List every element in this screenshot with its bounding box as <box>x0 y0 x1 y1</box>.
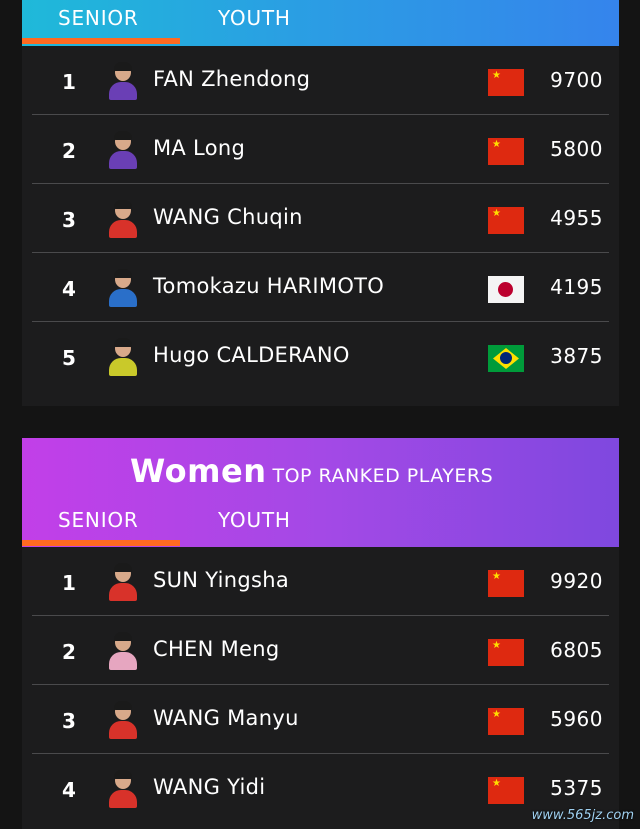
section-title: Women <box>130 452 267 490</box>
china-flag-icon: ★ <box>488 639 524 666</box>
player-row[interactable]: 1 FAN Zhendong ★ 9700 <box>32 46 609 115</box>
china-flag-icon: ★ <box>488 708 524 735</box>
tab-youth[interactable]: YOUTH <box>218 508 291 532</box>
active-tab-indicator <box>22 38 180 44</box>
china-flag-icon: ★ <box>488 207 524 234</box>
player-name[interactable]: WANG Yidi <box>153 775 265 799</box>
player-points: 9700 <box>550 68 603 92</box>
player-points: 6805 <box>550 638 603 662</box>
player-name[interactable]: WANG Chuqin <box>153 205 303 229</box>
player-name[interactable]: Hugo CALDERANO <box>153 343 350 367</box>
player-rank: 5 <box>62 346 76 370</box>
player-points: 5800 <box>550 137 603 161</box>
player-rank: 2 <box>62 139 76 163</box>
player-row[interactable]: 2 CHEN Meng ★ 6805 <box>32 616 609 685</box>
japan-flag-icon <box>488 276 524 303</box>
player-row[interactable]: 5 Hugo CALDERANO 3875 <box>32 322 609 391</box>
women-player-list: 1 SUN Yingsha ★ 9920 2 CHEN Meng ★ 6805 3 WANG Ma… <box>22 547 619 823</box>
men-rankings-panel: SENIOR YOUTH 1 FAN Zhendong ★ 9700 2 MA Long ★… <box>22 0 619 406</box>
player-avatar <box>106 768 140 808</box>
women-panel-header: Women TOP RANKED PLAYERS SENIOR YOUTH <box>22 438 619 547</box>
player-row[interactable]: 3 WANG Manyu ★ 5960 <box>32 685 609 754</box>
player-rank: 3 <box>62 208 76 232</box>
player-avatar <box>106 561 140 601</box>
women-panel-title: Women TOP RANKED PLAYERS <box>130 452 493 490</box>
player-row[interactable]: 2 MA Long ★ 5800 <box>32 115 609 184</box>
player-points: 3875 <box>550 344 603 368</box>
active-tab-indicator <box>22 540 180 546</box>
player-name[interactable]: MA Long <box>153 136 245 160</box>
player-points: 5960 <box>550 707 603 731</box>
player-name[interactable]: Tomokazu HARIMOTO <box>153 274 384 298</box>
section-subtitle: TOP RANKED PLAYERS <box>272 465 494 487</box>
tab-youth[interactable]: YOUTH <box>218 6 291 30</box>
china-flag-icon: ★ <box>488 570 524 597</box>
player-avatar <box>106 630 140 670</box>
watermark: www.565jz.com <box>531 808 634 823</box>
men-player-list: 1 FAN Zhendong ★ 9700 2 MA Long ★ 5800 3 WANG Chu… <box>22 46 619 391</box>
china-flag-icon: ★ <box>488 138 524 165</box>
player-avatar <box>106 60 140 100</box>
player-row[interactable]: 4 Tomokazu HARIMOTO 4195 <box>32 253 609 322</box>
player-avatar <box>106 267 140 307</box>
player-points: 4955 <box>550 206 603 230</box>
tab-senior[interactable]: SENIOR <box>58 6 139 30</box>
player-row[interactable]: 4 WANG Yidi ★ 5375 <box>32 754 609 823</box>
player-rank: 1 <box>62 70 76 94</box>
china-flag-icon: ★ <box>488 777 524 804</box>
player-points: 5375 <box>550 776 603 800</box>
player-row[interactable]: 1 SUN Yingsha ★ 9920 <box>32 547 609 616</box>
player-rank: 2 <box>62 640 76 664</box>
player-points: 9920 <box>550 569 603 593</box>
tab-senior[interactable]: SENIOR <box>58 508 139 532</box>
player-rank: 3 <box>62 709 76 733</box>
player-row[interactable]: 3 WANG Chuqin ★ 4955 <box>32 184 609 253</box>
player-points: 4195 <box>550 275 603 299</box>
men-panel-header: SENIOR YOUTH <box>22 0 619 46</box>
player-avatar <box>106 336 140 376</box>
player-name[interactable]: WANG Manyu <box>153 706 299 730</box>
player-rank: 1 <box>62 571 76 595</box>
brazil-flag-icon <box>488 345 524 372</box>
player-rank: 4 <box>62 277 76 301</box>
player-avatar <box>106 198 140 238</box>
player-avatar <box>106 129 140 169</box>
china-flag-icon: ★ <box>488 69 524 96</box>
player-name[interactable]: CHEN Meng <box>153 637 280 661</box>
player-name[interactable]: FAN Zhendong <box>153 67 310 91</box>
player-avatar <box>106 699 140 739</box>
player-rank: 4 <box>62 778 76 802</box>
player-name[interactable]: SUN Yingsha <box>153 568 289 592</box>
women-rankings-panel: Women TOP RANKED PLAYERS SENIOR YOUTH 1 SU… <box>22 438 619 829</box>
